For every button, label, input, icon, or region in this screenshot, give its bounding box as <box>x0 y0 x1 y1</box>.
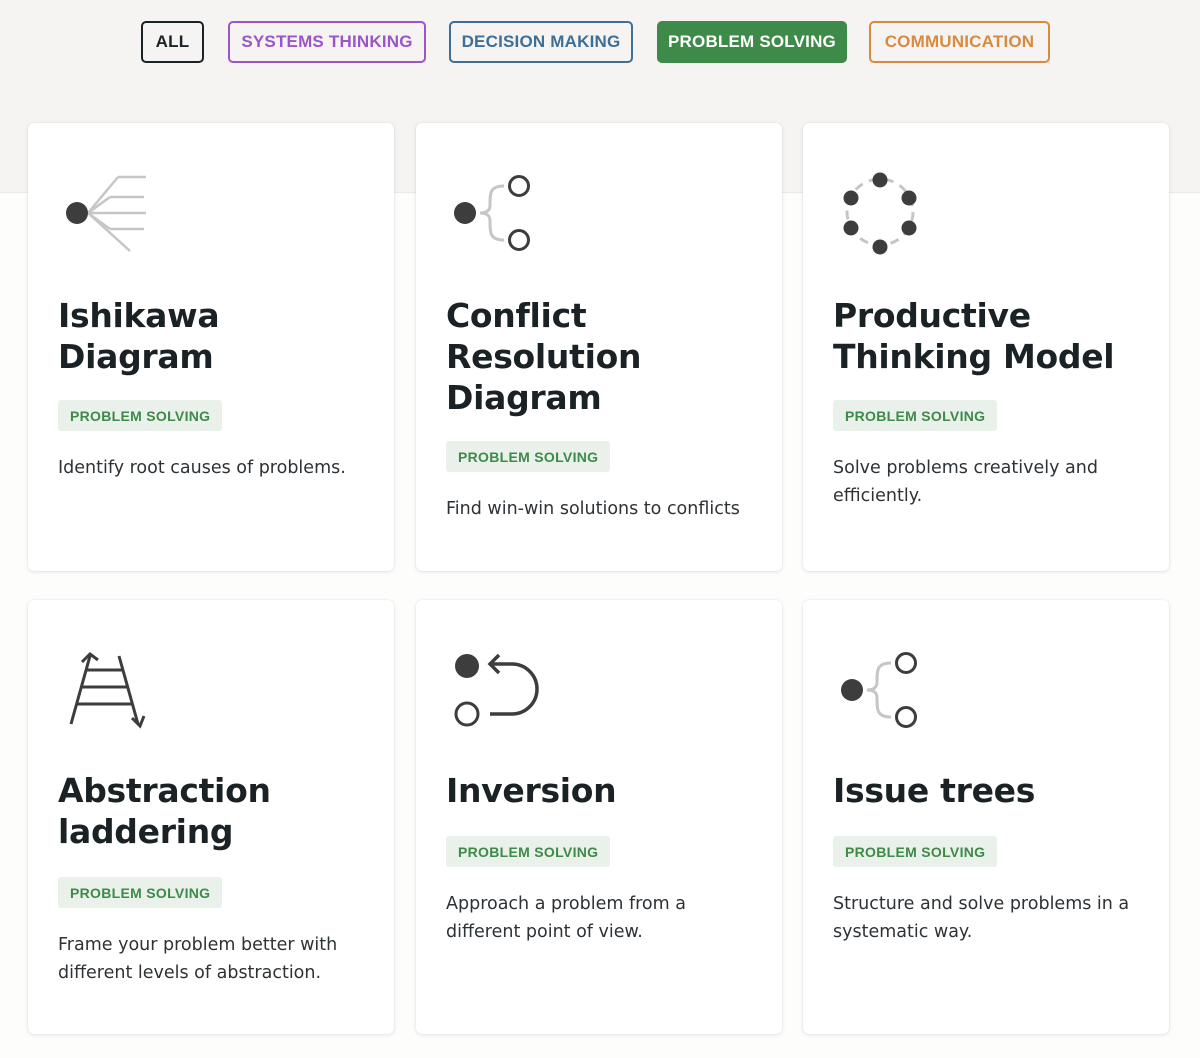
inversion-icon <box>454 653 539 727</box>
filter-decision-making[interactable]: DECISION MAKING <box>449 21 633 63</box>
card-description: Frame your problem better with different… <box>58 935 338 983</box>
card-title: Ishikawa Diagram <box>58 296 220 376</box>
category-tag: PROBLEM SOLVING <box>833 836 998 867</box>
card-description: Solve problems creatively and efficientl… <box>833 458 1098 506</box>
card-title: Productive Thinking Model <box>833 296 1115 376</box>
filter-all[interactable]: ALL <box>141 21 204 63</box>
branch-icon <box>841 652 917 728</box>
card-abstraction-laddering[interactable]: Abstraction laddering PROBLEM SOLVING Fr… <box>28 600 394 1034</box>
branch-icon <box>454 175 530 251</box>
card-ishikawa-diagram[interactable]: Ishikawa Diagram PROBLEM SOLVING Identif… <box>28 123 394 571</box>
category-tag: PROBLEM SOLVING <box>833 400 998 431</box>
card-description: Find win-win solutions to conflicts <box>446 499 740 519</box>
card-inversion[interactable]: Inversion PROBLEM SOLVING Approach a pro… <box>416 600 782 1034</box>
cycle-icon <box>843 172 917 255</box>
card-title: Issue trees <box>833 771 1036 810</box>
category-tag: PROBLEM SOLVING <box>58 400 223 431</box>
category-tag: PROBLEM SOLVING <box>58 877 223 908</box>
card-description: Approach a problem from a different poin… <box>446 894 686 942</box>
filter-problem-solving[interactable]: PROBLEM SOLVING <box>657 21 847 63</box>
filter-bar: ALL SYSTEMS THINKING DECISION MAKING PRO… <box>0 21 1200 63</box>
category-tag: PROBLEM SOLVING <box>446 836 611 867</box>
card-conflict-resolution-diagram[interactable]: Conflict Resolution Diagram PROBLEM SOLV… <box>416 123 782 571</box>
card-description: Structure and solve problems in a system… <box>833 894 1130 942</box>
fishbone-icon <box>66 175 146 252</box>
card-issue-trees[interactable]: Issue trees PROBLEM SOLVING Structure an… <box>803 600 1169 1034</box>
card-description: Identify root causes of problems. <box>58 458 346 478</box>
card-productive-thinking-model[interactable]: Productive Thinking Model PROBLEM SOLVIN… <box>803 123 1169 571</box>
ladder-icon <box>69 652 146 729</box>
card-title: Inversion <box>446 771 617 810</box>
card-title: Abstraction laddering <box>58 771 271 851</box>
card-title: Conflict Resolution Diagram <box>446 296 642 417</box>
filter-communication[interactable]: COMMUNICATION <box>869 21 1050 63</box>
filter-systems-thinking[interactable]: SYSTEMS THINKING <box>228 21 426 63</box>
category-tag: PROBLEM SOLVING <box>446 441 611 472</box>
